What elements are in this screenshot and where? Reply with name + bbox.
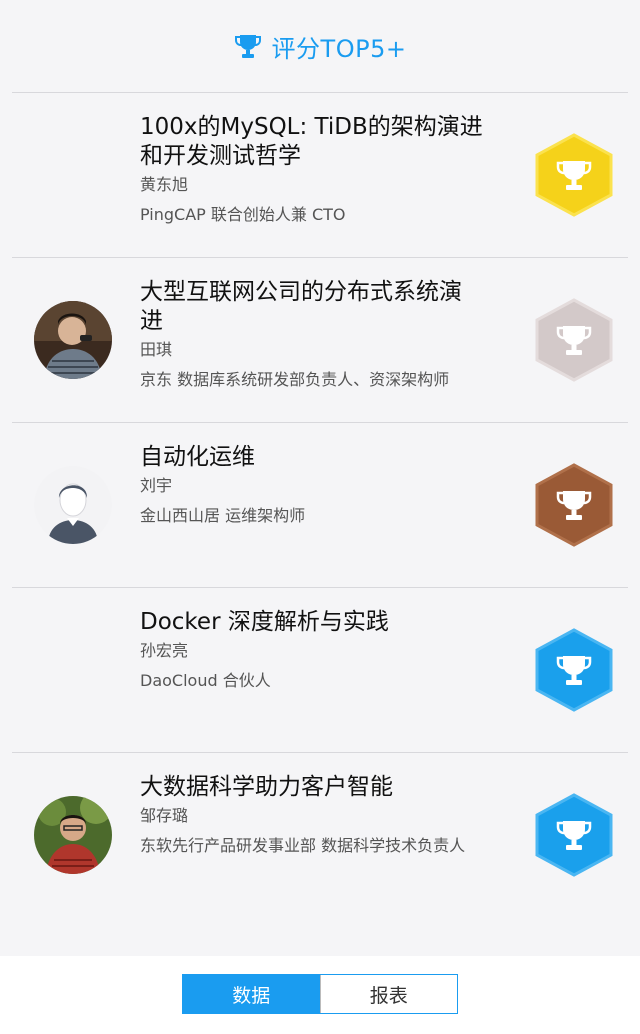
blue-trophy-badge-icon	[534, 793, 614, 877]
talk-title-line: Docker 深度解析与实践	[140, 609, 389, 635]
speaker-company: 东软先行产品研发事业部 数据科学技术负责人	[140, 836, 466, 855]
item-text: 大型互联网公司的分布式系统演 进 田琪 京东 数据库系统研发部负责人、资深架构师	[140, 278, 510, 393]
list-item[interactable]: 100x的MySQL: TiDB的架构演进 和开发测试哲学 黄东旭 PingCA…	[12, 93, 628, 258]
trophy-icon	[234, 32, 262, 60]
tab-data[interactable]: 数据	[183, 975, 320, 1013]
talk-title: 100x的MySQL: TiDB的架构演进 和开发测试哲学	[140, 113, 510, 171]
gold-trophy-badge-icon	[534, 133, 614, 217]
talk-title-line: 大型互联网公司的分布式系统演	[140, 279, 462, 305]
list-item[interactable]: 大型互联网公司的分布式系统演 进 田琪 京东 数据库系统研发部负责人、资深架构师	[12, 258, 628, 423]
item-text: 自动化运维 刘宇 金山西山居 运维架构师	[140, 443, 510, 529]
talk-title: Docker 深度解析与实践	[140, 608, 510, 637]
talk-title-line: 和开发测试哲学	[140, 143, 301, 169]
avatar	[34, 301, 112, 379]
speaker-company: PingCAP 联合创始人兼 CTO	[140, 205, 346, 224]
blue-trophy-badge-icon	[534, 628, 614, 712]
talk-title-line: 进	[140, 308, 163, 334]
talk-title: 自动化运维	[140, 443, 510, 472]
list-item[interactable]: 大数据科学助力客户智能 邹存璐 东软先行产品研发事业部 数据科学技术负责人	[12, 753, 628, 917]
ranking-list: 100x的MySQL: TiDB的架构演进 和开发测试哲学 黄东旭 PingCA…	[0, 93, 640, 917]
bronze-trophy-badge-icon	[534, 463, 614, 547]
list-item[interactable]: 自动化运维 刘宇 金山西山居 运维架构师	[12, 423, 628, 588]
speaker-name: 黄东旭	[140, 175, 189, 194]
tab-report[interactable]: 报表	[319, 975, 457, 1013]
header: 评分TOP5+	[0, 0, 640, 92]
avatar	[34, 631, 112, 709]
speaker-name: 邹存璐	[140, 806, 189, 825]
talk-title-line: 100x的MySQL: TiDB的架构演进	[140, 114, 483, 140]
avatar-placeholder-icon	[34, 466, 112, 544]
speaker-name: 田琪	[140, 340, 173, 359]
item-text: Docker 深度解析与实践 孙宏亮 DaoCloud 合伙人	[140, 608, 510, 694]
segmented-control: 数据 报表	[182, 974, 458, 1014]
avatar	[34, 136, 112, 214]
talk-title: 大型互联网公司的分布式系统演 进	[140, 278, 510, 336]
item-text: 100x的MySQL: TiDB的架构演进 和开发测试哲学 黄东旭 PingCA…	[140, 113, 510, 228]
item-text: 大数据科学助力客户智能 邹存璐 东软先行产品研发事业部 数据科学技术负责人	[140, 773, 510, 859]
speaker-company: 京东 数据库系统研发部负责人、资深架构师	[140, 370, 450, 389]
footer-bar: 数据 报表	[0, 956, 640, 1034]
talk-title-line: 自动化运维	[140, 444, 255, 470]
avatar	[34, 796, 112, 874]
speaker-company: DaoCloud 合伙人	[140, 671, 271, 690]
page: 评分TOP5+ 100x的MySQL: TiDB的架构演进 和开发测试哲学 黄东…	[0, 0, 640, 1034]
speaker-name: 孙宏亮	[140, 641, 189, 660]
speaker-company: 金山西山居 运维架构师	[140, 506, 306, 525]
list-item[interactable]: Docker 深度解析与实践 孙宏亮 DaoCloud 合伙人	[12, 588, 628, 753]
talk-title-line: 大数据科学助力客户智能	[140, 774, 393, 800]
speaker-name: 刘宇	[140, 476, 173, 495]
talk-title: 大数据科学助力客户智能	[140, 773, 510, 802]
page-title: 评分TOP5+	[271, 34, 407, 63]
